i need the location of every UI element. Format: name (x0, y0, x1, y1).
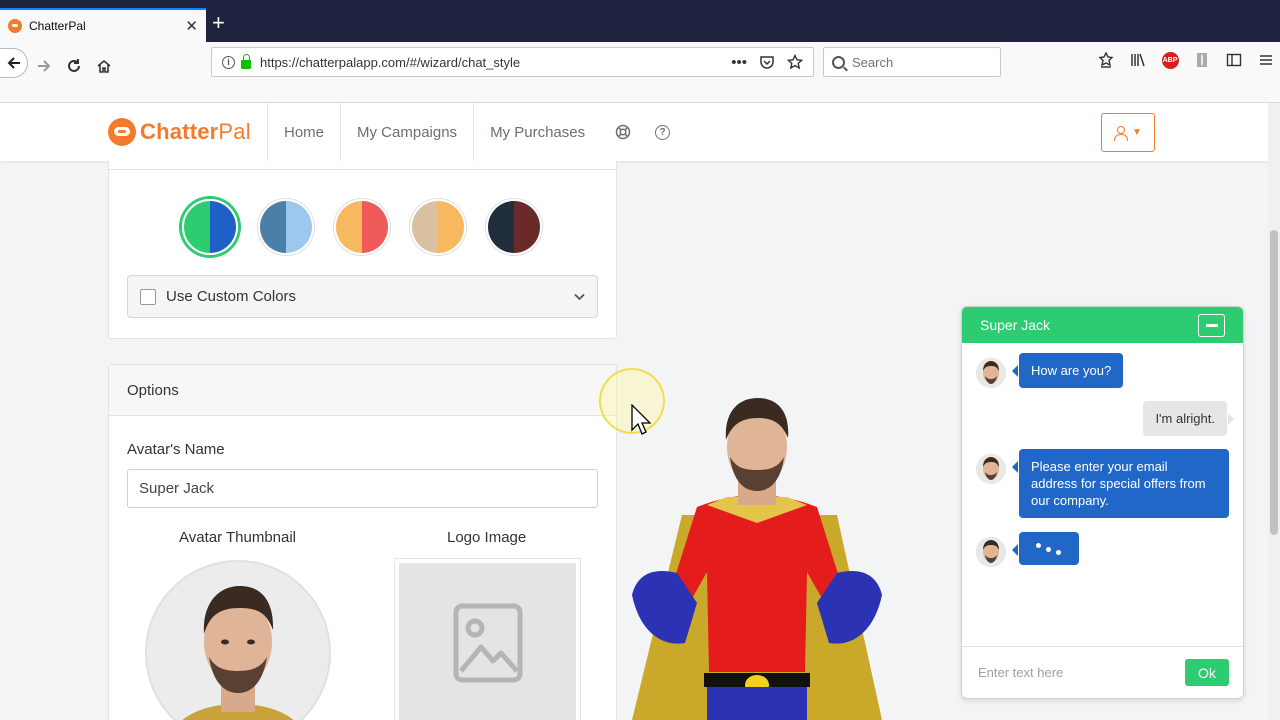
chat-title: Super Jack (980, 317, 1051, 333)
adblock-icon[interactable]: ABP (1160, 50, 1180, 70)
chat-message-bot: Please enter your email address for spec… (1012, 449, 1229, 518)
image-placeholder-icon (453, 603, 522, 683)
chat-message-input[interactable] (978, 665, 1185, 680)
new-tab-icon[interactable]: + (212, 12, 225, 34)
sidebar-toggle-icon[interactable] (1224, 50, 1244, 70)
site-header: ChatterPal Home My Campaigns My Purchase… (0, 103, 1268, 161)
avatar-portrait (147, 562, 329, 720)
scrollbar-thumb[interactable] (1270, 230, 1278, 535)
caret-down-icon: ▼ (1132, 127, 1142, 138)
browser-tab[interactable]: ChatterPal ✕ (0, 8, 206, 42)
chat-message-bot: How are you? (1011, 353, 1124, 388)
page-scrollbar[interactable] (1268, 103, 1280, 720)
color-swatch-orange-red[interactable] (334, 199, 390, 255)
browser-search-input[interactable]: Search (823, 47, 1001, 77)
typing-dot (1056, 550, 1061, 555)
home-button[interactable] (90, 52, 118, 80)
user-icon (1114, 125, 1129, 141)
search-placeholder: Search (852, 54, 894, 70)
color-swatches (182, 199, 542, 255)
logo-text-chatter: Chatter (140, 119, 219, 144)
chat-messages: How are you? I'm alright. Please enter y… (962, 343, 1243, 648)
superhero-avatar (632, 398, 882, 720)
extension-icon[interactable] (1192, 50, 1212, 70)
browser-toolbar: i https://chatterpalapp.com/#/wizard/cha… (0, 42, 1280, 103)
avatar-name-input[interactable] (127, 469, 598, 508)
chat-colors-panel: Use Custom Colors (108, 161, 617, 339)
custom-colors-label: Use Custom Colors (166, 288, 297, 305)
url-text[interactable]: https://chatterpalapp.com/#/wizard/chat_… (260, 55, 731, 70)
chatterpal-logo[interactable]: ChatterPal (108, 118, 251, 146)
chat-send-button[interactable]: Ok (1185, 659, 1229, 686)
avatar-thumbnail-label: Avatar Thumbnail (179, 529, 297, 546)
minimize-chat-button[interactable] (1198, 313, 1225, 337)
color-swatch-blue-lightblue[interactable] (258, 199, 314, 255)
logo-image-upload[interactable] (394, 558, 581, 720)
nav-my-campaigns[interactable]: My Campaigns (340, 103, 473, 161)
custom-colors-checkbox[interactable] (140, 288, 156, 305)
logo-text-pal: Pal (218, 119, 251, 144)
search-icon (832, 55, 845, 69)
support-lifebuoy-icon[interactable] (601, 103, 641, 161)
reload-button[interactable] (60, 52, 88, 80)
main-nav: Home My Campaigns My Purchases ? (267, 103, 680, 161)
home-icon (97, 59, 111, 73)
reading-list-icon[interactable] (1096, 50, 1116, 70)
use-custom-colors-toggle[interactable]: Use Custom Colors (127, 275, 598, 318)
options-panel: Options Avatar's Name Avatar Thumbnail L… (108, 364, 617, 720)
hamburger-menu-icon[interactable] (1256, 50, 1276, 70)
chat-input-bar: Ok (962, 646, 1243, 698)
bookmark-star-icon[interactable] (787, 53, 803, 70)
chat-bubble-logo-icon (108, 118, 136, 146)
browser-tab-strip: ChatterPal ✕ + (0, 0, 1280, 42)
chatterpal-favicon-icon (8, 19, 22, 33)
pocket-icon[interactable] (759, 54, 775, 70)
options-title: Options (109, 365, 616, 416)
address-bar[interactable]: i https://chatterpalapp.com/#/wizard/cha… (211, 47, 814, 77)
avatar-name-label: Avatar's Name (127, 441, 225, 458)
chat-message-user: I'm alright. (1143, 401, 1234, 436)
color-swatch-tan-orange[interactable] (410, 199, 466, 255)
logo-image-label: Logo Image (447, 529, 527, 546)
library-icon[interactable] (1128, 50, 1148, 70)
color-swatch-green-blue[interactable] (182, 199, 238, 255)
tab-title: ChatterPal (29, 19, 86, 33)
chat-header: Super Jack (962, 307, 1243, 343)
page-actions-icon[interactable]: ••• (731, 54, 747, 71)
typing-dot (1046, 547, 1051, 552)
avatar-thumbnail[interactable] (145, 560, 331, 720)
reload-icon (68, 59, 80, 72)
back-button[interactable] (0, 48, 28, 78)
chevron-down-icon[interactable] (574, 290, 585, 304)
nav-home[interactable]: Home (267, 103, 340, 161)
forward-button[interactable] (30, 52, 58, 80)
bot-avatar (976, 537, 1006, 567)
typing-dot (1036, 543, 1041, 548)
arrow-left-icon (7, 57, 20, 69)
lock-icon (241, 53, 251, 69)
color-swatch-navy-maroon[interactable] (486, 199, 542, 255)
typing-indicator (1012, 532, 1079, 565)
user-menu-button[interactable]: ▼ (1101, 113, 1155, 152)
chat-widget: Super Jack How are you? I'm alright. Ple… (961, 306, 1244, 699)
minimize-icon (1205, 323, 1218, 327)
arrow-right-icon (38, 60, 51, 72)
close-tab-icon[interactable]: ✕ (185, 17, 198, 35)
help-question-icon[interactable]: ? (641, 103, 680, 161)
site-info-icon[interactable]: i (222, 55, 235, 69)
nav-my-purchases[interactable]: My Purchases (473, 103, 601, 161)
bot-avatar (976, 358, 1006, 388)
bot-avatar (976, 454, 1006, 484)
